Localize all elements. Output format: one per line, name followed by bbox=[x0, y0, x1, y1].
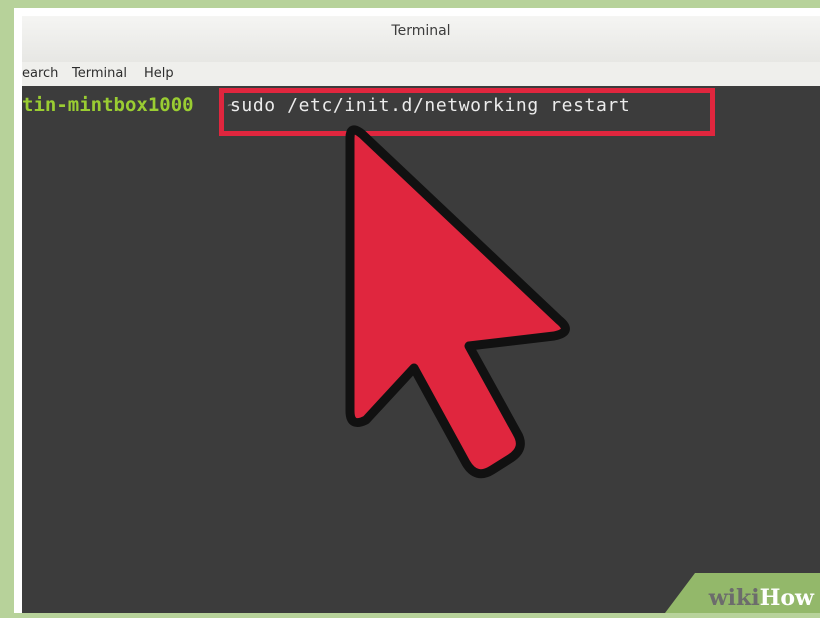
wikihow-watermark: wikiHow bbox=[665, 573, 820, 613]
watermark-prefix: wiki bbox=[708, 585, 760, 611]
watermark-text: wikiHow bbox=[709, 585, 814, 611]
screenshot-frame: Terminal earch Terminal Help tin-mintbox… bbox=[14, 8, 820, 613]
mouse-pointer-arrow-icon bbox=[345, 125, 570, 479]
watermark-suffix: How bbox=[759, 585, 814, 611]
